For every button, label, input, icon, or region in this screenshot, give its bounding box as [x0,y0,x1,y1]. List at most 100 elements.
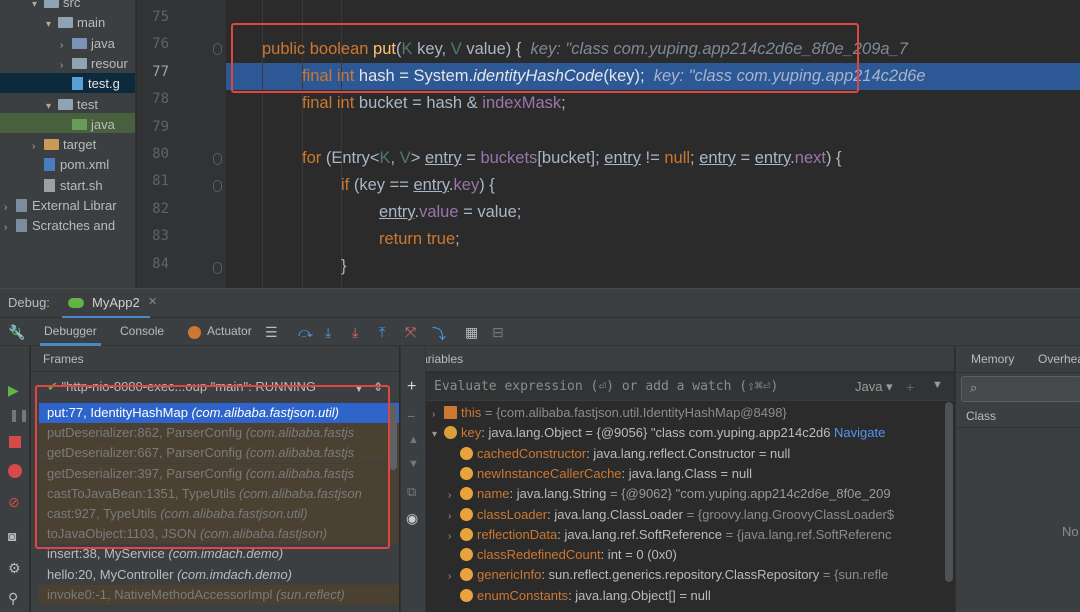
chevron-icon[interactable]: ▾ [46,15,58,35]
variable-row[interactable]: › reflectionData: java.lang.ref.SoftRefer… [448,525,891,545]
expand-toggle-icon[interactable]: › [448,527,460,547]
variable-row[interactable]: › classLoader: java.lang.ClassLoader = {g… [448,505,894,525]
variable-row[interactable]: newInstanceCallerCache: java.lang.Class … [448,464,752,484]
tree-item[interactable]: › Scratches and [4,216,115,236]
variable-row[interactable]: ▾ key: java.lang.Object = {@9056} "class … [432,423,885,443]
fold-marker[interactable] [213,262,222,274]
frames-scrollbar[interactable] [389,405,397,470]
variables-toolbar: + − ▲ ▼ ⧉ ◉ [400,346,426,612]
line-number: 80 [152,146,169,162]
resume-icon[interactable]: ▶ [8,382,19,399]
show-watches-icon[interactable]: ◉ [406,510,418,527]
close-icon[interactable]: ✕ [148,295,157,308]
expand-toggle-icon[interactable]: › [448,486,460,506]
chevron-icon[interactable]: › [4,218,16,238]
stop-icon[interactable] [9,436,21,448]
variable-value: = null [679,587,711,603]
variable-row[interactable]: › genericInfo: sun.reflect.generics.repos… [448,565,888,585]
dropdown-icon[interactable]: ▼ [932,379,943,391]
expand-toggle-icon[interactable]: ▾ [432,425,444,445]
evaluate-expression-input[interactable]: Evaluate expression (⏎) or add a watch (… [426,373,954,401]
line-number: 76 [152,36,169,53]
expand-toggle-icon[interactable]: › [448,507,460,527]
variable-row[interactable]: cachedConstructor: java.lang.reflect.Con… [448,444,790,464]
chevron-icon[interactable]: › [4,198,16,218]
expand-toggle-icon[interactable]: › [432,405,444,425]
evaluate-icon[interactable]: ▦ [465,324,478,341]
class-column-header[interactable]: Class [956,404,1080,428]
code-line-83[interactable]: return true; [379,226,460,253]
layout-icon[interactable]: ☰ [265,324,278,341]
run-to-cursor-icon[interactable]: ⤵ [432,324,446,344]
code-line-78[interactable]: final int bucket = hash & indexMask; [302,90,566,117]
frame-class: (sun.reflect) [276,586,345,602]
tree-item-label: java [91,116,115,132]
variable-type: : java.lang.ref.SoftReference [557,526,726,542]
fold-marker[interactable] [213,180,222,192]
variable-row[interactable]: classRedefinedCount: int = 0 (0x0) [448,545,677,565]
code-line-80[interactable]: for (Entry<K, V> entry = buckets[bucket]… [302,145,842,172]
variables-scrollbar[interactable] [945,402,953,582]
tree-item[interactable]: › resour [60,54,128,74]
line-number: 82 [152,200,169,217]
chevron-icon[interactable]: ▾ [46,97,58,117]
settings-icon[interactable]: ⚙ [8,560,21,577]
add-watch-icon[interactable]: + [407,378,416,396]
chevron-icon[interactable]: › [60,56,72,76]
tab-actuator[interactable]: Actuator [203,318,256,346]
tree-item[interactable]: › java [60,34,115,54]
duplicate-icon[interactable]: ⧉ [407,484,416,500]
variable-row[interactable]: › name: java.lang.String = {@9062} "com.y… [448,484,891,504]
tab-overhead[interactable]: Overhea [1038,346,1080,372]
fold-marker[interactable] [213,153,222,165]
drop-frame-icon[interactable]: ⤧ [405,324,416,341]
tab-console[interactable]: Console [116,318,168,346]
move-up-icon[interactable]: ▲ [408,434,419,446]
tree-item[interactable]: ▾ test [46,95,98,115]
tab-memory[interactable]: Memory [971,346,1014,372]
stack-frame[interactable]: hello:20, MyController (com.imdach.demo) [39,565,399,585]
fold-marker[interactable] [213,43,222,55]
tree-item[interactable]: › External Librar [4,196,117,216]
tree-item[interactable]: ▾ main [46,13,105,33]
tree-item[interactable]: › target [32,135,96,155]
variable-row[interactable]: enumConstants: java.lang.Object[] = null [448,586,711,606]
trace-icon[interactable]: ⊟ [492,324,504,341]
tree-item[interactable]: ▾ src [32,0,80,13]
wrench-icon[interactable]: 🔧 [8,324,25,341]
code-line-84[interactable]: } [341,253,347,280]
expand-toggle-icon[interactable]: › [448,567,460,587]
code-line-81[interactable]: if (key == entry.key) { [341,172,495,199]
remove-watch-icon[interactable]: − [407,408,415,424]
variable-row[interactable]: › this = {com.alibaba.fastjson.util.Ident… [432,403,787,423]
code-line-82[interactable]: entry.value = value; [379,199,521,226]
chevron-icon[interactable]: › [32,137,44,157]
tab-debugger[interactable]: Debugger [40,318,101,346]
step-out-icon[interactable]: ⤒ [379,324,385,341]
add-icon[interactable]: + [906,379,914,395]
tree-item[interactable]: test.g [60,74,120,94]
force-step-into-icon[interactable]: ⤓ [352,324,358,341]
view-breakpoints-icon[interactable] [8,464,22,478]
memory-search-input[interactable]: ⌕ [961,376,1080,402]
navigate-link[interactable]: Navigate [830,425,885,440]
frames-title: Frames [31,346,399,372]
run-config-tab[interactable]: MyApp2 [92,295,140,310]
move-down-icon[interactable]: ▼ [408,458,419,470]
field-icon [460,548,473,562]
tree-item[interactable]: start.sh [32,176,103,196]
step-into-icon[interactable]: ⤓ [325,324,331,341]
mute-breakpoints-icon[interactable]: ⊘ [8,494,20,511]
step-over-icon[interactable]: ⤼ [298,324,313,341]
chevron-icon[interactable]: › [60,36,72,56]
pause-icon[interactable]: ❚❚ [9,408,29,422]
tree-item[interactable]: pom.xml [32,155,109,175]
stack-frame[interactable]: invoke0:-1, NativeMethodAccessorImpl (su… [39,584,399,605]
camera-icon[interactable]: ◙ [8,528,16,544]
library-icon [16,199,27,212]
chevron-icon[interactable]: ▾ [32,0,44,15]
editor-gutter[interactable]: 75 76 77 78 79 80 81 82 83 84 [137,0,337,288]
tree-item[interactable]: java [60,115,115,135]
language-select[interactable]: Java ▾ [855,373,893,401]
pin-icon[interactable]: ⚲ [8,590,18,607]
